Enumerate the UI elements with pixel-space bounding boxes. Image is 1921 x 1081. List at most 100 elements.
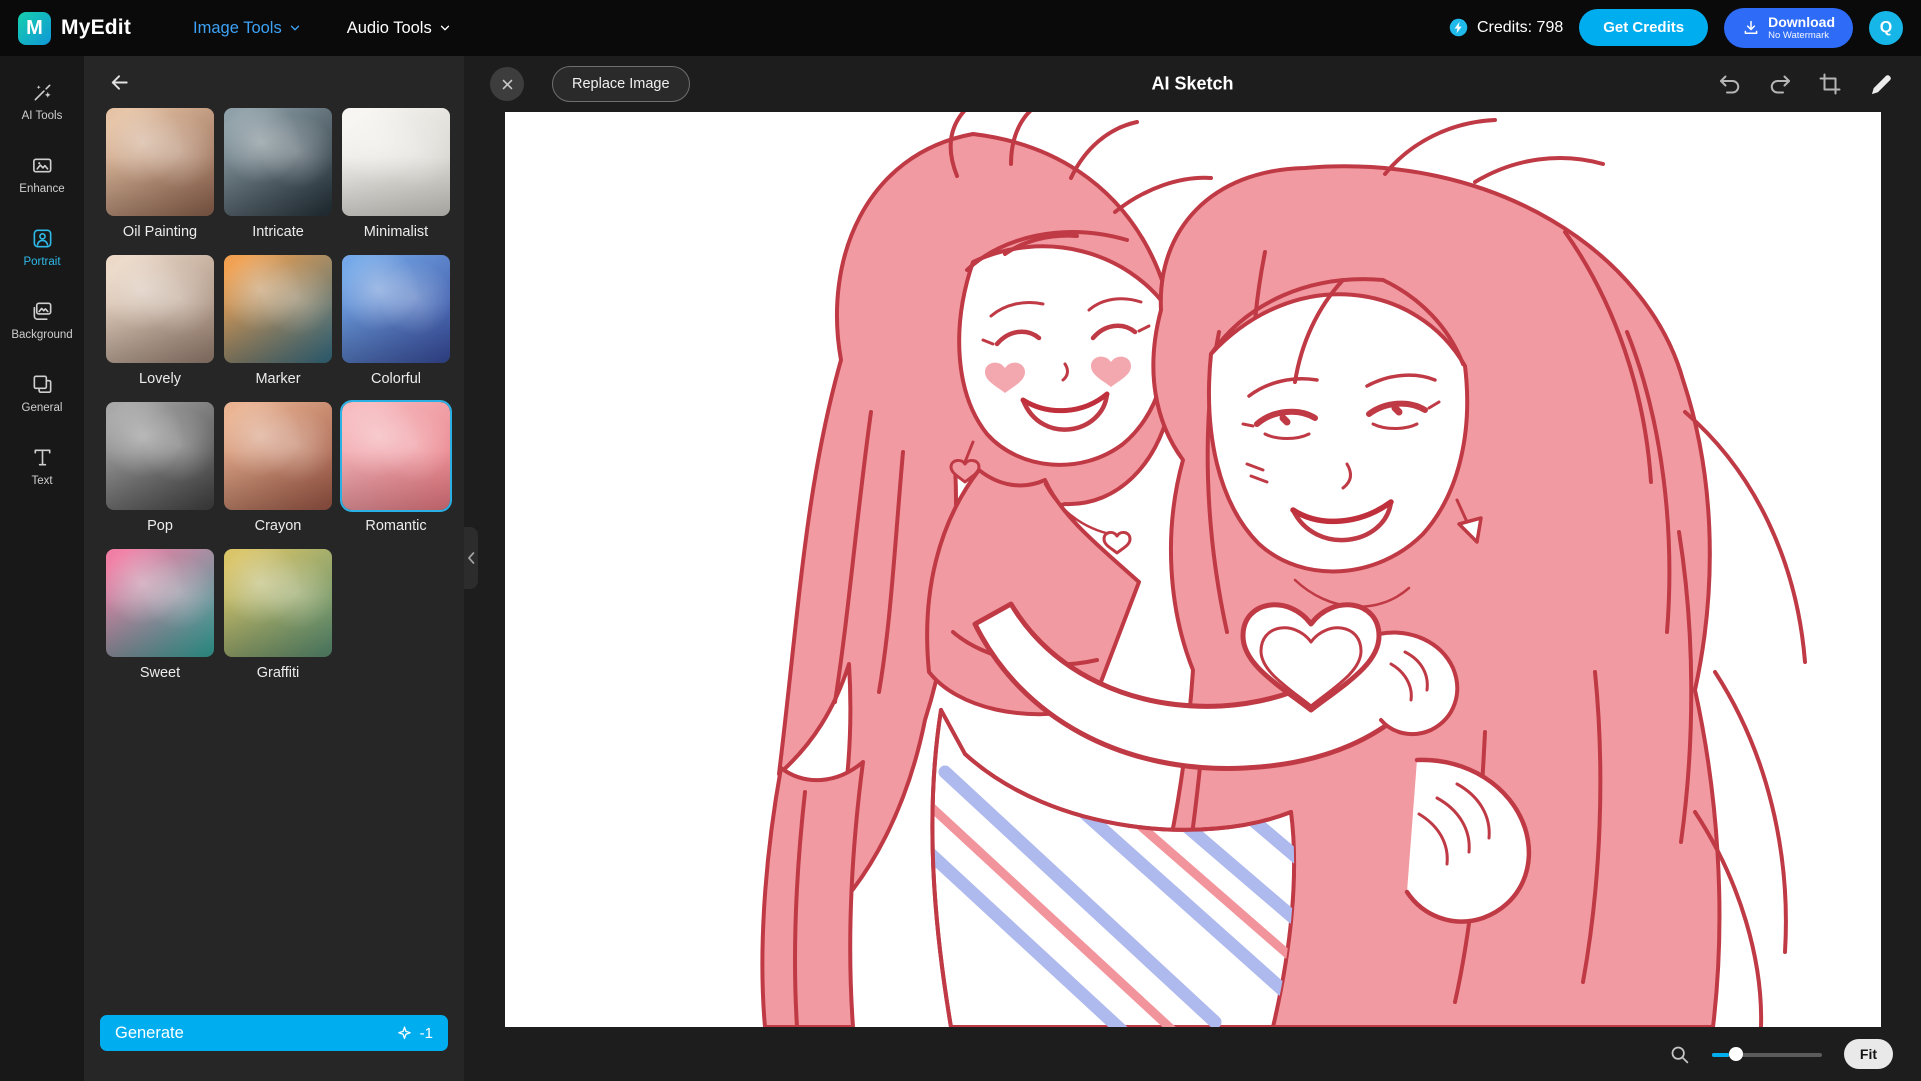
sidebar-item-ai-tools[interactable]: AI Tools bbox=[3, 66, 81, 136]
style-option-crayon[interactable]: Crayon bbox=[224, 402, 332, 534]
style-thumbnail bbox=[342, 108, 450, 216]
style-option-lovely[interactable]: Lovely bbox=[106, 255, 214, 387]
style-label: Pop bbox=[147, 518, 173, 534]
panel-collapse-handle[interactable] bbox=[464, 527, 478, 589]
page-title: AI Sketch bbox=[1151, 74, 1233, 95]
app-body: AI Tools Enhance Portrait Background Gen… bbox=[0, 56, 1921, 1081]
crop-button[interactable] bbox=[1818, 72, 1842, 96]
text-icon bbox=[31, 446, 54, 469]
enhance-photo-icon bbox=[31, 154, 54, 177]
editor-main: Replace Image AI Sketch bbox=[464, 56, 1921, 1081]
crop-icon bbox=[1818, 72, 1842, 96]
sidebar-item-label: Portrait bbox=[23, 256, 60, 268]
download-text: Download No Watermark bbox=[1768, 14, 1835, 41]
chevron-down-icon bbox=[289, 22, 301, 34]
pen-icon bbox=[1868, 71, 1895, 98]
style-option-minimalist[interactable]: Minimalist bbox=[342, 108, 450, 240]
myedit-logo-text: MyEdit bbox=[61, 16, 131, 40]
canvas-toolbar: Replace Image AI Sketch bbox=[464, 56, 1921, 112]
sidebar-item-label: AI Tools bbox=[22, 110, 63, 122]
magic-wand-icon bbox=[31, 81, 54, 104]
style-option-romantic[interactable]: Romantic bbox=[342, 402, 450, 534]
tools-sidebar: AI Tools Enhance Portrait Background Gen… bbox=[0, 56, 84, 1081]
style-label: Graffiti bbox=[257, 665, 299, 681]
sidebar-item-label: Enhance bbox=[19, 183, 64, 195]
top-nav: Image Tools Audio Tools bbox=[193, 19, 451, 38]
background-icon bbox=[31, 300, 54, 323]
ai-sketch-artwork bbox=[505, 112, 1881, 1027]
image-tools-label: Image Tools bbox=[193, 19, 282, 38]
chevron-left-icon bbox=[466, 551, 476, 565]
undo-icon bbox=[1718, 72, 1742, 96]
sidebar-item-general[interactable]: General bbox=[3, 358, 81, 428]
close-icon bbox=[501, 78, 514, 91]
image-tools-menu[interactable]: Image Tools bbox=[193, 19, 301, 38]
style-thumbnail bbox=[224, 549, 332, 657]
zoom-button[interactable] bbox=[1669, 1044, 1690, 1065]
style-label: Crayon bbox=[255, 518, 302, 534]
sidebar-item-label: Background bbox=[11, 329, 72, 341]
style-option-oil-painting[interactable]: Oil Painting bbox=[106, 108, 214, 240]
style-grid: Oil Painting Intricate Minimalist Lovely… bbox=[84, 106, 464, 681]
generate-cost: -1 bbox=[396, 1025, 433, 1042]
style-label: Marker bbox=[255, 371, 300, 387]
sidebar-item-text[interactable]: Text bbox=[3, 431, 81, 501]
style-option-graffiti[interactable]: Graffiti bbox=[224, 549, 332, 681]
portrait-icon bbox=[31, 227, 54, 250]
style-thumbnail bbox=[224, 402, 332, 510]
generate-label: Generate bbox=[115, 1024, 184, 1043]
get-credits-button[interactable]: Get Credits bbox=[1579, 9, 1708, 46]
top-bar-actions: Credits: 798 Get Credits Download No Wat… bbox=[1448, 8, 1903, 47]
style-label: Intricate bbox=[252, 224, 304, 240]
style-label: Lovely bbox=[139, 371, 181, 387]
fit-button[interactable]: Fit bbox=[1844, 1039, 1893, 1069]
audio-tools-menu[interactable]: Audio Tools bbox=[347, 19, 451, 38]
zoom-slider-thumb[interactable] bbox=[1729, 1047, 1743, 1061]
zoom-slider-fill bbox=[1712, 1053, 1730, 1057]
sidebar-item-portrait[interactable]: Portrait bbox=[3, 212, 81, 282]
replace-image-button[interactable]: Replace Image bbox=[552, 66, 690, 102]
style-option-sweet[interactable]: Sweet bbox=[106, 549, 214, 681]
transform-icon bbox=[31, 373, 54, 396]
sidebar-item-background[interactable]: Background bbox=[3, 285, 81, 355]
style-thumbnail bbox=[106, 402, 214, 510]
top-bar: M MyEdit Image Tools Audio Tools Credits… bbox=[0, 0, 1921, 56]
chevron-down-icon bbox=[439, 22, 451, 34]
sparkle-icon bbox=[396, 1025, 413, 1042]
style-label: Colorful bbox=[371, 371, 421, 387]
download-label: Download bbox=[1768, 14, 1835, 30]
style-option-intricate[interactable]: Intricate bbox=[224, 108, 332, 240]
zoom-slider[interactable] bbox=[1712, 1046, 1822, 1062]
sidebar-item-label: General bbox=[22, 402, 63, 414]
credits-badge[interactable]: Credits: 798 bbox=[1448, 17, 1563, 38]
style-label: Romantic bbox=[365, 518, 426, 534]
user-avatar[interactable]: Q bbox=[1869, 11, 1903, 45]
credits-label: Credits: 798 bbox=[1477, 19, 1563, 37]
close-button[interactable] bbox=[490, 67, 524, 101]
undo-button[interactable] bbox=[1718, 72, 1742, 96]
style-option-colorful[interactable]: Colorful bbox=[342, 255, 450, 387]
style-option-marker[interactable]: Marker bbox=[224, 255, 332, 387]
style-thumbnail bbox=[106, 108, 214, 216]
sidebar-item-enhance[interactable]: Enhance bbox=[3, 139, 81, 209]
redo-icon bbox=[1768, 72, 1792, 96]
canvas-area bbox=[464, 112, 1921, 1027]
style-thumbnail bbox=[224, 255, 332, 363]
myedit-logo-icon: M bbox=[18, 12, 51, 45]
download-button[interactable]: Download No Watermark bbox=[1724, 8, 1853, 47]
style-option-pop[interactable]: Pop bbox=[106, 402, 214, 534]
generate-button[interactable]: Generate -1 bbox=[100, 1015, 448, 1051]
style-label: Minimalist bbox=[364, 224, 428, 240]
style-thumbnail bbox=[106, 255, 214, 363]
sidebar-item-label: Text bbox=[31, 475, 52, 487]
redo-button[interactable] bbox=[1768, 72, 1792, 96]
credit-spark-icon bbox=[1448, 17, 1469, 38]
style-label: Sweet bbox=[140, 665, 180, 681]
sketch-edit-button[interactable] bbox=[1868, 71, 1895, 98]
panel-spacer bbox=[84, 681, 464, 1015]
style-thumbnail bbox=[106, 549, 214, 657]
myedit-logo[interactable]: M MyEdit bbox=[18, 12, 131, 45]
generate-cost-value: -1 bbox=[420, 1025, 433, 1042]
myedit-app: M MyEdit Image Tools Audio Tools Credits… bbox=[0, 0, 1921, 1081]
back-button[interactable] bbox=[106, 71, 132, 97]
